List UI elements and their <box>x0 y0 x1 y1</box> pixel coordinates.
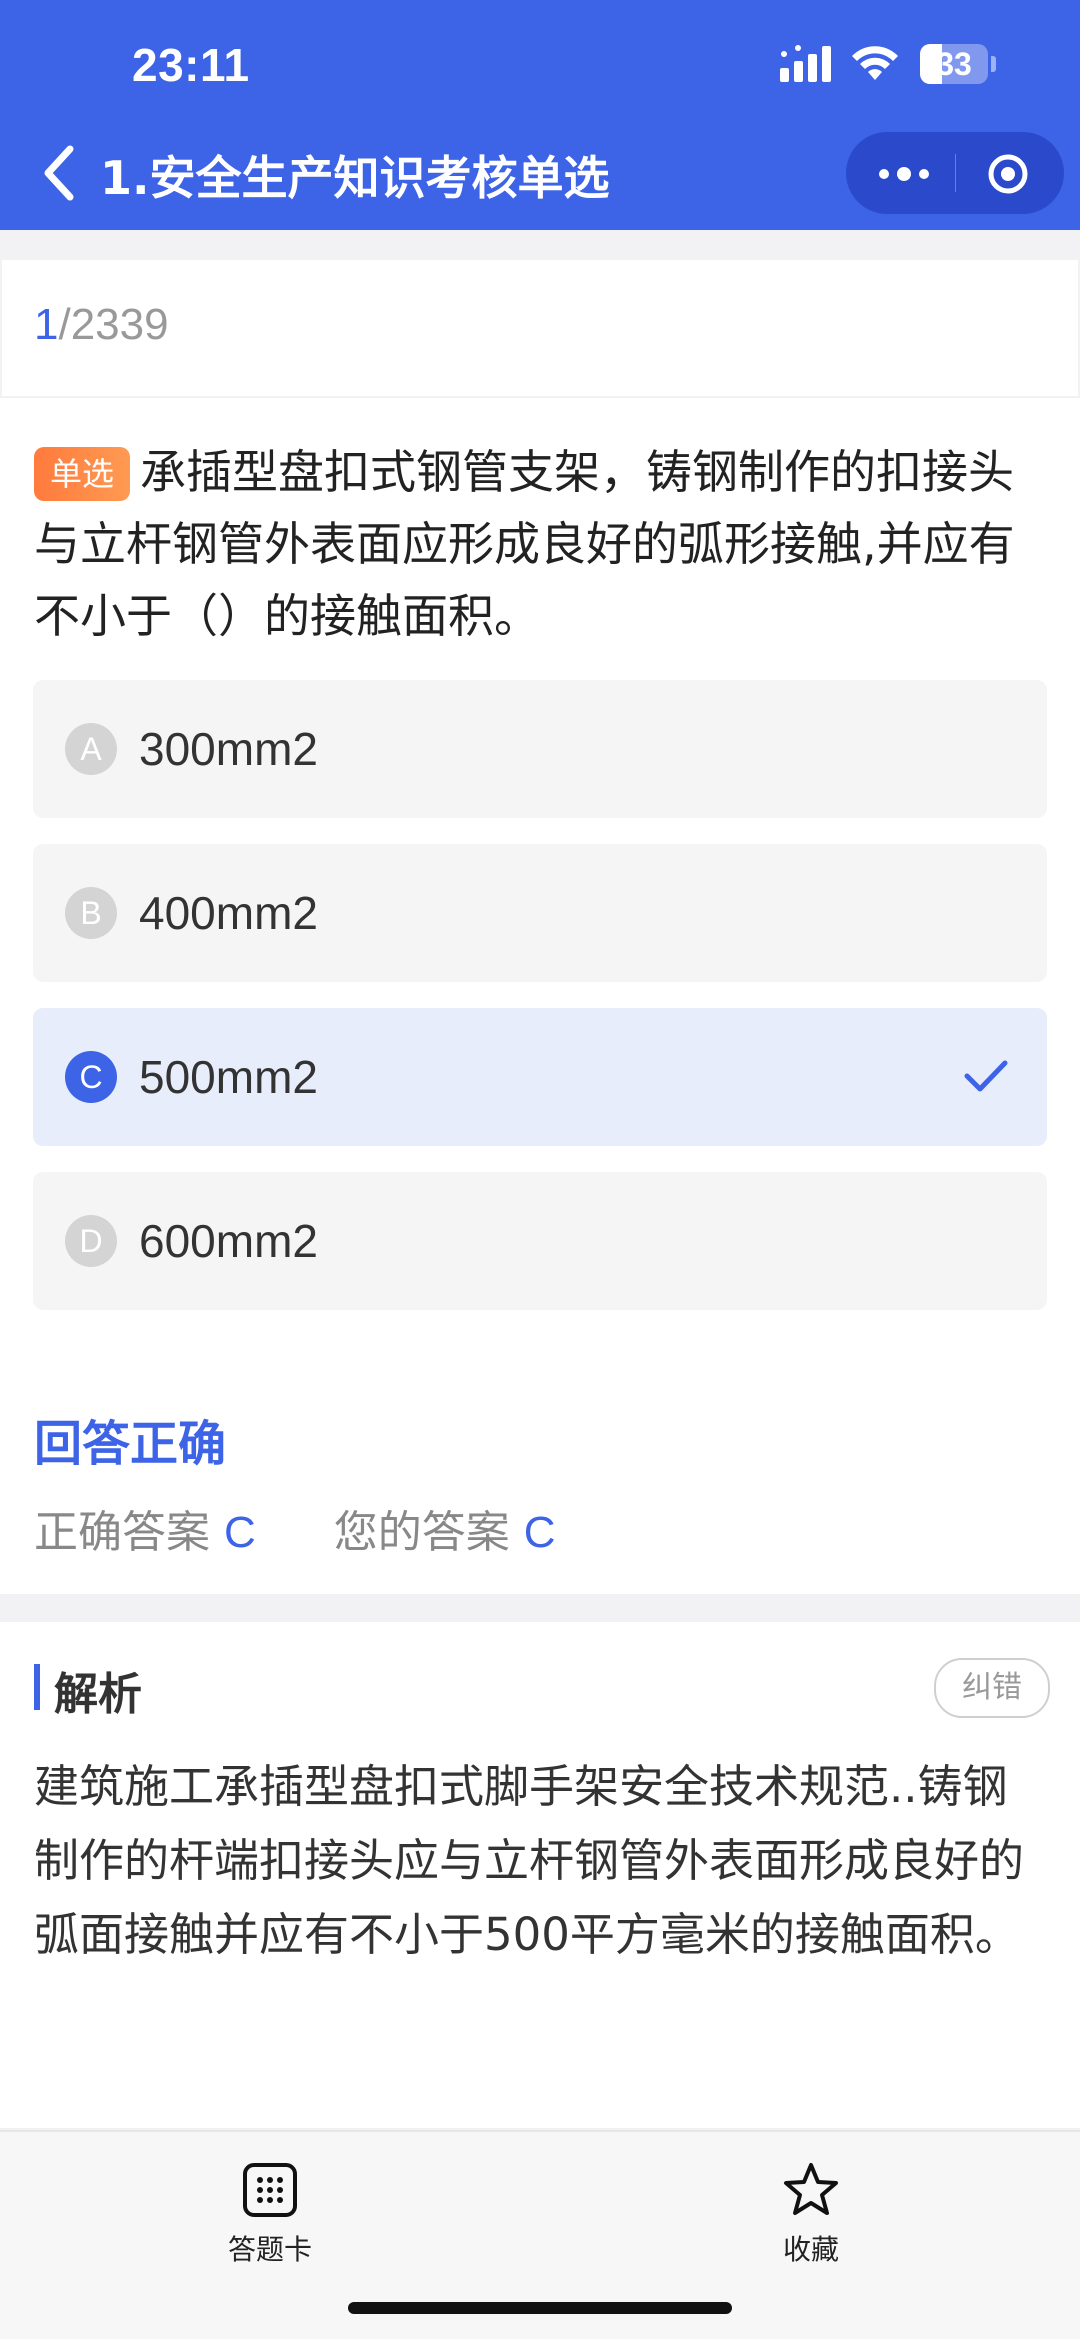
answer-card-button[interactable]: 答题卡 <box>190 2160 350 2268</box>
option-letter: B <box>65 887 117 939</box>
checkmark-icon <box>964 1060 1008 1092</box>
analysis-card: 解析 纠错 建筑施工承插型盘扣式脚手架安全技术规范..铸钢制作的杆端扣接头应与立… <box>0 1622 1080 2128</box>
report-error-button[interactable]: 纠错 <box>934 1658 1050 1718</box>
battery-icon: 33 <box>920 44 988 84</box>
question-progress: 1/2339 <box>34 300 169 350</box>
chevron-left-icon[interactable] <box>40 143 80 203</box>
page-title: 1.安全生产知识考核单选 <box>100 151 610 205</box>
your-answer-label: 您的答案 <box>333 1507 510 1558</box>
analysis-text: 建筑施工承插型盘扣式脚手架安全技术规范..铸钢制作的杆端扣接头应与立杆钢管外表面… <box>34 1760 1025 1961</box>
correct-answer-value: C <box>224 1508 256 1557</box>
home-indicator <box>348 2302 732 2314</box>
option-text: 500mm2 <box>139 1051 318 1103</box>
option-text: 300mm2 <box>139 723 318 775</box>
answer-card-label: 答题卡 <box>227 2233 312 2266</box>
wifi-icon <box>852 46 898 80</box>
more-dots-icon[interactable] <box>874 154 934 194</box>
favorite-button[interactable]: 收藏 <box>731 2160 891 2268</box>
option-letter: C <box>65 1051 117 1103</box>
progress-current: 1 <box>34 300 59 349</box>
favorite-label: 收藏 <box>782 2233 839 2266</box>
signal-icon <box>780 45 831 82</box>
option-letter: D <box>65 1215 117 1267</box>
analysis-title: 解析 <box>54 1669 142 1720</box>
progress-card: 1/2339 <box>2 260 1078 396</box>
star-icon <box>784 2163 838 2215</box>
question-type-badge: 单选 <box>34 447 131 501</box>
question-text: 承插型盘扣式钢管支架，铸钢制作的扣接头与立杆钢管外表面应形成良好的弧形接触,并应… <box>34 445 1015 643</box>
option-a[interactable]: A 300mm2 <box>33 680 1047 818</box>
question-card: 单选 承插型盘扣式钢管支架，铸钢制作的扣接头与立杆钢管外表面应形成良好的弧形接触,… <box>0 398 1080 1594</box>
header: 23:11 33 1.安全生产知识考核单选 <box>0 0 1080 230</box>
question-stem: 单选 承插型盘扣式钢管支架，铸钢制作的扣接头与立杆钢管外表面应形成良好的弧形接触,… <box>34 436 1054 652</box>
mini-program-capsule <box>846 132 1064 214</box>
correct-answer-label: 正确答案 <box>34 1507 210 1558</box>
option-letter: A <box>65 723 117 775</box>
option-text: 400mm2 <box>139 887 318 939</box>
progress-total: /2339 <box>58 300 169 349</box>
option-c[interactable]: C 500mm2 <box>33 1008 1047 1146</box>
target-circle-icon[interactable] <box>986 152 1030 196</box>
option-d[interactable]: D 600mm2 <box>33 1172 1047 1310</box>
option-text: 600mm2 <box>139 1215 318 1267</box>
result-title: 回答正确 <box>34 1416 227 1472</box>
section-marker <box>34 1664 40 1710</box>
option-b[interactable]: B 400mm2 <box>33 844 1047 982</box>
answer-summary: 正确答案 C 您的答案 C <box>34 1496 556 1560</box>
battery-level: 33 <box>936 46 972 82</box>
grid-keypad-icon <box>243 2163 297 2217</box>
status-time: 23:11 <box>132 39 250 91</box>
your-answer-value: C <box>523 1508 556 1557</box>
